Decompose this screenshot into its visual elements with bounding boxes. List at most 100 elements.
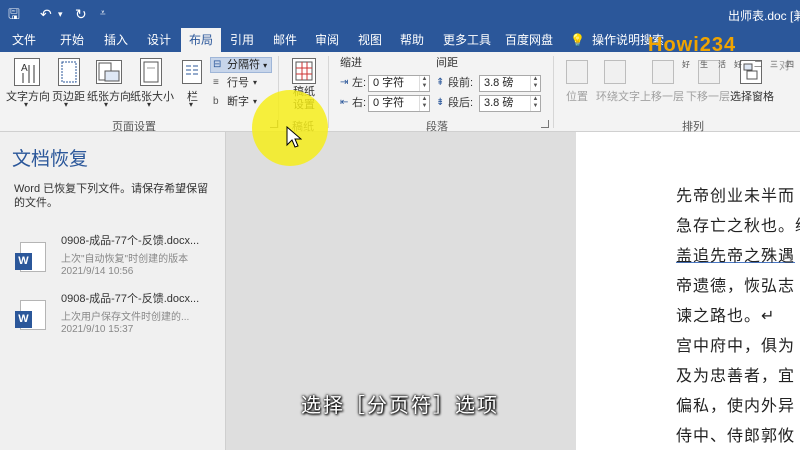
recovered-file-name: 0908-成品-77个-反馈.docx... xyxy=(61,293,200,305)
manuscript-icon xyxy=(292,58,316,84)
spacing-header: 间距 xyxy=(436,57,458,69)
document-text-line: 宫中府中，俱为 xyxy=(676,338,796,355)
breaks-label: 分隔符 xyxy=(227,59,260,71)
document-text-line: 盖追先帝之殊遇 xyxy=(676,248,796,265)
logo-char: 生 xyxy=(700,60,708,69)
paragraph-launcher-icon[interactable] xyxy=(541,120,549,128)
margins-icon xyxy=(58,58,80,86)
recovered-file-item[interactable]: W 0908-成品-77个-反馈.docx... 上次用户保存文件时创建的...… xyxy=(14,290,219,356)
tab-more-tools[interactable]: 更多工具 xyxy=(443,28,491,52)
wrap-text-button[interactable]: 环绕文字 xyxy=(596,88,640,104)
save-icon[interactable]: 🖫 xyxy=(8,5,20,23)
svg-text:A: A xyxy=(21,63,28,74)
size-button[interactable]: 纸张大小 xyxy=(130,88,174,104)
tab-insert[interactable]: 插入 xyxy=(104,28,128,52)
logo-char: 活 xyxy=(718,60,726,69)
text-direction-dropdown-icon[interactable]: ▾ xyxy=(24,100,28,109)
logo-char: 四 xyxy=(786,60,794,69)
word-document-icon: W xyxy=(15,300,46,330)
indent-right-icon: ⇤ xyxy=(340,97,349,108)
undo-icon[interactable]: ↶ xyxy=(40,5,52,23)
orientation-icon xyxy=(96,60,122,84)
group-divider xyxy=(553,56,554,128)
orientation-dropdown-icon[interactable]: ▾ xyxy=(104,100,108,109)
tab-mailings[interactable]: 邮件 xyxy=(273,28,297,52)
tab-home[interactable]: 开始 xyxy=(60,28,84,52)
tab-design[interactable]: 设计 xyxy=(147,28,171,52)
indent-left-label: 左: xyxy=(352,77,367,89)
selection-pane-button[interactable]: 选择窗格 xyxy=(730,88,774,104)
ribbon: A 文字方向 ▾ 页边距 ▾ 纸张方向 ▾ 纸张大小 ▾ 栏 ▾ 分隔符 ▾ ⊟… xyxy=(0,52,800,133)
tab-file[interactable]: 文件 xyxy=(12,28,36,52)
indent-header: 缩进 xyxy=(340,57,362,69)
bring-forward-button[interactable]: 上移一层 xyxy=(640,88,684,104)
tab-baidu-netdisk[interactable]: 百度网盘 xyxy=(505,28,553,52)
group-divider xyxy=(328,56,329,128)
columns-icon xyxy=(182,60,202,84)
tab-layout[interactable]: 布局 xyxy=(181,28,222,52)
columns-dropdown-icon[interactable]: ▾ xyxy=(189,100,193,109)
recovered-file-item[interactable]: W 0908-成品-77个-反馈.docx... 上次"自动恢复"时创建的版本 … xyxy=(14,232,219,298)
line-numbers-icon: ≡ xyxy=(213,77,219,88)
video-subtitle: 选择［分页符］选项 xyxy=(301,395,499,417)
recovered-file-name: 0908-成品-77个-反馈.docx... xyxy=(61,235,200,247)
spinner-arrows-icon[interactable]: ▲ ▼ xyxy=(419,76,429,91)
document-text-line: 先帝创业未半而 xyxy=(676,188,796,205)
spacing-before-label: 段前: xyxy=(448,77,474,89)
spinner-arrows-icon[interactable]: ▲ ▼ xyxy=(530,96,540,111)
customize-icon[interactable]: ⩡ xyxy=(100,5,106,23)
title-bar: 🖫 ↶ ▾ ↻ ⩡ 出师表.doc [兼容 xyxy=(0,0,800,28)
spacing-before-icon: ⇞ xyxy=(436,77,445,88)
tab-references[interactable]: 引用 xyxy=(230,28,254,52)
document-text-line: 帝遗德，恢弘志 xyxy=(676,278,796,295)
hyphenation-button[interactable]: 断字 xyxy=(227,94,249,110)
indent-left-input[interactable]: 0 字符 ▲ ▼ xyxy=(368,75,430,92)
undo-dropdown-icon[interactable]: ▾ xyxy=(58,5,63,23)
margins-dropdown-icon[interactable]: ▾ xyxy=(64,100,68,109)
tab-help[interactable]: 帮助 xyxy=(400,28,424,52)
logo-char: 好 xyxy=(682,60,690,69)
document-text-line: 侍中、侍郎郭攸 xyxy=(676,428,796,445)
spacing-after-icon: ⇟ xyxy=(436,97,445,108)
lightbulb-icon[interactable]: 💡 xyxy=(570,28,585,52)
logo-char: 好 xyxy=(734,60,742,69)
size-dropdown-icon[interactable]: ▾ xyxy=(147,100,151,109)
line-numbers-button[interactable]: 行号 xyxy=(227,75,249,91)
spacing-before-value: 3.8 磅 xyxy=(484,77,514,89)
breaks-dropdown-icon[interactable]: ▾ xyxy=(263,61,267,70)
recovery-description: Word 已恢复下列文件。请保存希望保留的文件。 xyxy=(14,183,209,209)
document-text-line: 急存亡之秋也。绵 xyxy=(676,218,800,235)
orientation-button[interactable]: 纸张方向 xyxy=(87,88,131,104)
margins-button[interactable]: 页边距 xyxy=(52,88,85,104)
position-button[interactable]: 位置 xyxy=(566,88,588,104)
indent-right-label: 右: xyxy=(352,97,367,109)
line-numbers-dropdown-icon[interactable]: ▾ xyxy=(253,75,257,91)
tab-review[interactable]: 审阅 xyxy=(315,28,339,52)
position-icon xyxy=(566,60,588,84)
word-document-icon: W xyxy=(15,242,46,272)
bring-forward-icon xyxy=(652,60,674,84)
spacing-after-label: 段后: xyxy=(448,97,474,109)
spacing-after-input[interactable]: 3.8 磅 ▲ ▼ xyxy=(479,95,541,112)
spinner-arrows-icon[interactable]: ▲ ▼ xyxy=(419,96,429,111)
logo-char: 三 xyxy=(770,60,778,69)
recovered-file-note: 上次"自动恢复"时创建的版本 xyxy=(61,254,189,265)
brand-logo: Howi234 xyxy=(648,34,737,56)
hyphenation-icon: b xyxy=(213,96,219,107)
document-text-line: 及为忠善者，宜 xyxy=(676,368,796,385)
logo-char: 二 xyxy=(754,60,762,69)
text-direction-icon: A xyxy=(14,58,40,86)
spinner-arrows-icon[interactable]: ▲ ▼ xyxy=(530,76,540,91)
recovery-pane-title: 文档恢复 xyxy=(12,149,89,170)
indent-right-value: 0 字符 xyxy=(373,97,405,109)
recovered-file-date: 2021/9/14 10:56 xyxy=(61,266,134,277)
recovered-file-date: 2021/9/10 15:37 xyxy=(61,324,134,335)
mouse-pointer-icon xyxy=(286,126,302,148)
indent-left-value: 0 字符 xyxy=(373,77,405,89)
redo-icon[interactable]: ↻ xyxy=(75,5,87,23)
spacing-after-value: 3.8 磅 xyxy=(484,97,514,109)
indent-right-input[interactable]: 0 字符 ▲ ▼ xyxy=(368,95,430,112)
send-backward-button[interactable]: 下移一层 xyxy=(686,88,730,104)
spacing-before-input[interactable]: 3.8 磅 ▲ ▼ xyxy=(479,75,541,92)
tab-view[interactable]: 视图 xyxy=(358,28,382,52)
